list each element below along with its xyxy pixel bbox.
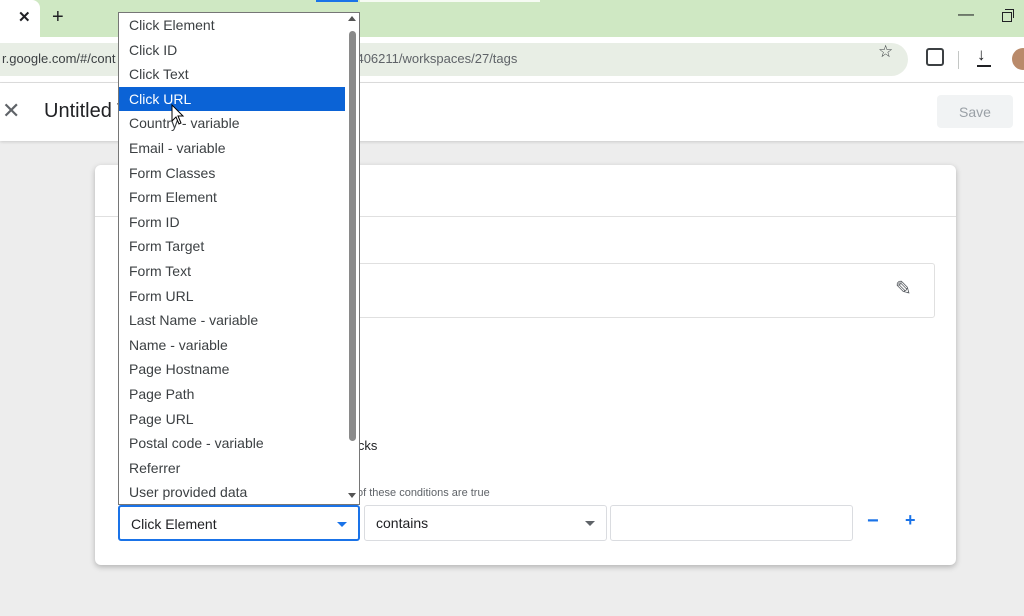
dropdown-option[interactable]: Referrer	[119, 456, 345, 481]
dropdown-option[interactable]: Page Hostname	[119, 357, 345, 382]
dropdown-option[interactable]: Form Classes	[119, 161, 345, 186]
conditions-label: of these conditions are true	[357, 487, 490, 499]
tab-close-icon[interactable]: ✕	[18, 8, 31, 26]
download-icon[interactable]: ↓	[977, 45, 986, 65]
dropdown-option[interactable]: Form Element	[119, 185, 345, 210]
scroll-down-arrow-icon[interactable]	[348, 493, 356, 498]
dropdown-option[interactable]: Click URL	[119, 86, 345, 112]
dropdown-scrollbar[interactable]	[345, 13, 359, 504]
window-minimize-button[interactable]: —	[958, 6, 974, 24]
dropdown-option[interactable]: Country - variable	[119, 111, 345, 136]
variable-select[interactable]: Click Element	[118, 505, 360, 541]
chevron-down-icon	[585, 521, 595, 526]
dropdown-option[interactable]: Name - variable	[119, 333, 345, 358]
tab-accent-bar	[316, 0, 358, 2]
scroll-up-arrow-icon[interactable]	[348, 16, 356, 21]
profile-avatar[interactable]	[1012, 48, 1024, 70]
dropdown-option[interactable]: Page Path	[119, 382, 345, 407]
bookmark-star-icon[interactable]: ☆	[878, 42, 893, 62]
url-text-start: r.google.com/#/cont	[2, 51, 116, 66]
save-button[interactable]: Save	[937, 95, 1013, 128]
chevron-down-icon	[337, 522, 347, 527]
url-text-end: 22406211/workspaces/27/tags	[342, 51, 518, 66]
dropdown-option[interactable]: Click Element	[119, 13, 345, 38]
tab-accent-bar-light	[360, 0, 540, 2]
trigger-configuration-box[interactable]	[335, 263, 935, 318]
add-condition-button[interactable]: +	[905, 510, 916, 531]
variable-dropdown-list[interactable]: Click Element Click ID Click Text Click URL…	[118, 12, 360, 505]
browser-tab-active[interactable]: ✕	[0, 0, 40, 37]
mouse-cursor-icon	[171, 104, 185, 125]
dropdown-option[interactable]: Form Text	[119, 259, 345, 284]
variable-select-value: Click Element	[131, 516, 217, 532]
new-tab-button[interactable]: +	[52, 6, 64, 29]
extensions-icon[interactable]	[926, 48, 944, 66]
edit-pencil-icon[interactable]: ✎	[895, 276, 912, 301]
dropdown-option[interactable]: Click ID	[119, 38, 345, 63]
window-restore-icon[interactable]	[1002, 9, 1014, 22]
operator-select[interactable]: contains	[364, 505, 607, 541]
dropdown-option[interactable]: Last Name - variable	[119, 308, 345, 333]
dropdown-option[interactable]: Email - variable	[119, 136, 345, 161]
page-title[interactable]: Untitled T	[44, 100, 129, 123]
condition-value-input[interactable]	[610, 505, 853, 541]
operator-select-value: contains	[376, 515, 429, 531]
dropdown-option[interactable]: Form Target	[119, 234, 345, 259]
dropdown-options: Click Element Click ID Click Text Click URL…	[119, 13, 359, 504]
remove-condition-button[interactable]: −	[867, 510, 879, 533]
dropdown-option[interactable]: User provided data	[119, 480, 345, 504]
download-icon-base	[977, 65, 991, 67]
close-icon[interactable]: ✕	[2, 98, 20, 124]
scrollbar-thumb[interactable]	[349, 31, 356, 441]
dropdown-option[interactable]: Click Text	[119, 62, 345, 87]
toolbar-divider	[958, 51, 959, 69]
dropdown-option[interactable]: Form URL	[119, 284, 345, 309]
dropdown-option[interactable]: Page URL	[119, 407, 345, 432]
dropdown-option[interactable]: Postal code - variable	[119, 431, 345, 456]
dropdown-option[interactable]: Form ID	[119, 210, 345, 235]
